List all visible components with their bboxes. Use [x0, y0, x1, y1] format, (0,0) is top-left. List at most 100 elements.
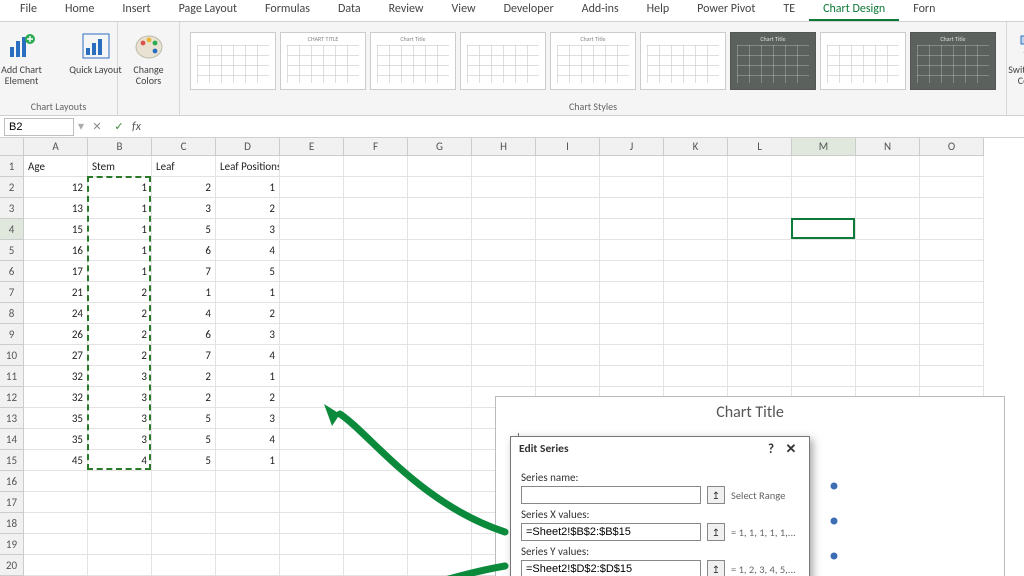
cell-K10[interactable] [664, 345, 728, 366]
tab-insert[interactable]: Insert [108, 0, 164, 21]
cell-K9[interactable] [664, 324, 728, 345]
cell-A4[interactable]: 15 [24, 219, 88, 240]
select-all-corner[interactable] [0, 138, 24, 156]
cell-E14[interactable] [280, 429, 344, 450]
row-header-3[interactable]: 3 [0, 198, 24, 219]
cell-E5[interactable] [280, 240, 344, 261]
cell-O8[interactable] [920, 303, 984, 324]
cell-O2[interactable] [920, 177, 984, 198]
cell-K5[interactable] [664, 240, 728, 261]
col-header-E[interactable]: E [280, 138, 344, 156]
cell-A6[interactable]: 17 [24, 261, 88, 282]
cell-G4[interactable] [408, 219, 472, 240]
edit-series-dialog[interactable]: Edit Series ? ✕ Series name: ↥ Select Ra… [510, 436, 810, 576]
cell-A12[interactable]: 32 [24, 387, 88, 408]
column-headers[interactable]: ABCDEFGHIJKLMNO [24, 138, 1024, 156]
cell-C12[interactable]: 2 [152, 387, 216, 408]
cell-D6[interactable]: 5 [216, 261, 280, 282]
cancel-entry-icon[interactable]: ✕ [88, 118, 106, 136]
cell-B11[interactable]: 3 [88, 366, 152, 387]
cell-N4[interactable] [856, 219, 920, 240]
col-header-O[interactable]: O [920, 138, 984, 156]
cell-C3[interactable]: 3 [152, 198, 216, 219]
cell-H2[interactable] [472, 177, 536, 198]
cell-C18[interactable] [152, 513, 216, 534]
row-header-7[interactable]: 7 [0, 282, 24, 303]
cell-G12[interactable] [408, 387, 472, 408]
cell-N2[interactable] [856, 177, 920, 198]
tab-file[interactable]: File [6, 0, 51, 21]
tab-developer[interactable]: Developer [490, 0, 568, 21]
row-header-8[interactable]: 8 [0, 303, 24, 324]
cell-D17[interactable] [216, 492, 280, 513]
cell-B15[interactable]: 4 [88, 450, 152, 471]
cell-C4[interactable]: 5 [152, 219, 216, 240]
cell-A16[interactable] [24, 471, 88, 492]
cell-C19[interactable] [152, 534, 216, 555]
series-name-input[interactable] [521, 486, 701, 504]
cell-I5[interactable] [536, 240, 600, 261]
cell-H11[interactable] [472, 366, 536, 387]
col-header-J[interactable]: J [600, 138, 664, 156]
col-header-B[interactable]: B [88, 138, 152, 156]
cell-K7[interactable] [664, 282, 728, 303]
cell-J10[interactable] [600, 345, 664, 366]
cell-A3[interactable]: 13 [24, 198, 88, 219]
tab-view[interactable]: View [438, 0, 490, 21]
cell-H6[interactable] [472, 261, 536, 282]
cell-H8[interactable] [472, 303, 536, 324]
cell-F5[interactable] [344, 240, 408, 261]
cell-C1[interactable]: Leaf [152, 156, 216, 177]
cell-N5[interactable] [856, 240, 920, 261]
cell-J4[interactable] [600, 219, 664, 240]
cell-I4[interactable] [536, 219, 600, 240]
cell-F9[interactable] [344, 324, 408, 345]
cell-B14[interactable]: 3 [88, 429, 152, 450]
switch-row-column-button[interactable]: Switch Row/ Column [1006, 26, 1024, 86]
cell-C2[interactable]: 2 [152, 177, 216, 198]
cell-D2[interactable]: 1 [216, 177, 280, 198]
tab-forn[interactable]: Forn [899, 0, 949, 21]
cell-E11[interactable] [280, 366, 344, 387]
cell-L2[interactable] [728, 177, 792, 198]
cell-L7[interactable] [728, 282, 792, 303]
series-y-input[interactable] [521, 560, 701, 576]
cell-H5[interactable] [472, 240, 536, 261]
cell-F19[interactable] [344, 534, 408, 555]
cell-C5[interactable]: 6 [152, 240, 216, 261]
cell-M3[interactable] [792, 198, 856, 219]
col-header-F[interactable]: F [344, 138, 408, 156]
col-header-K[interactable]: K [664, 138, 728, 156]
cell-G16[interactable] [408, 471, 472, 492]
cell-K8[interactable] [664, 303, 728, 324]
cell-B1[interactable]: Stem [88, 156, 152, 177]
chart-style-thumb-1[interactable] [190, 32, 276, 90]
cell-G10[interactable] [408, 345, 472, 366]
cell-I6[interactable] [536, 261, 600, 282]
cell-L6[interactable] [728, 261, 792, 282]
formula-input[interactable] [151, 118, 1020, 136]
cell-J6[interactable] [600, 261, 664, 282]
cell-B8[interactable]: 2 [88, 303, 152, 324]
change-colors-button[interactable]: Change Colors [121, 26, 177, 86]
tab-te[interactable]: TE [769, 0, 809, 21]
range-picker-icon[interactable]: ↥ [707, 523, 725, 541]
cell-D1[interactable]: Leaf Positions [216, 156, 280, 177]
cell-N3[interactable] [856, 198, 920, 219]
cell-G14[interactable] [408, 429, 472, 450]
cell-A11[interactable]: 32 [24, 366, 88, 387]
cell-B4[interactable]: 1 [88, 219, 152, 240]
series-x-input[interactable] [521, 523, 701, 541]
cell-J3[interactable] [600, 198, 664, 219]
cell-K11[interactable] [664, 366, 728, 387]
tab-home[interactable]: Home [51, 0, 108, 21]
cell-E10[interactable] [280, 345, 344, 366]
cell-C16[interactable] [152, 471, 216, 492]
cell-E7[interactable] [280, 282, 344, 303]
cell-F7[interactable] [344, 282, 408, 303]
cell-E17[interactable] [280, 492, 344, 513]
range-picker-icon[interactable]: ↥ [707, 560, 725, 576]
cell-G20[interactable] [408, 555, 472, 576]
cell-B12[interactable]: 3 [88, 387, 152, 408]
cell-F3[interactable] [344, 198, 408, 219]
